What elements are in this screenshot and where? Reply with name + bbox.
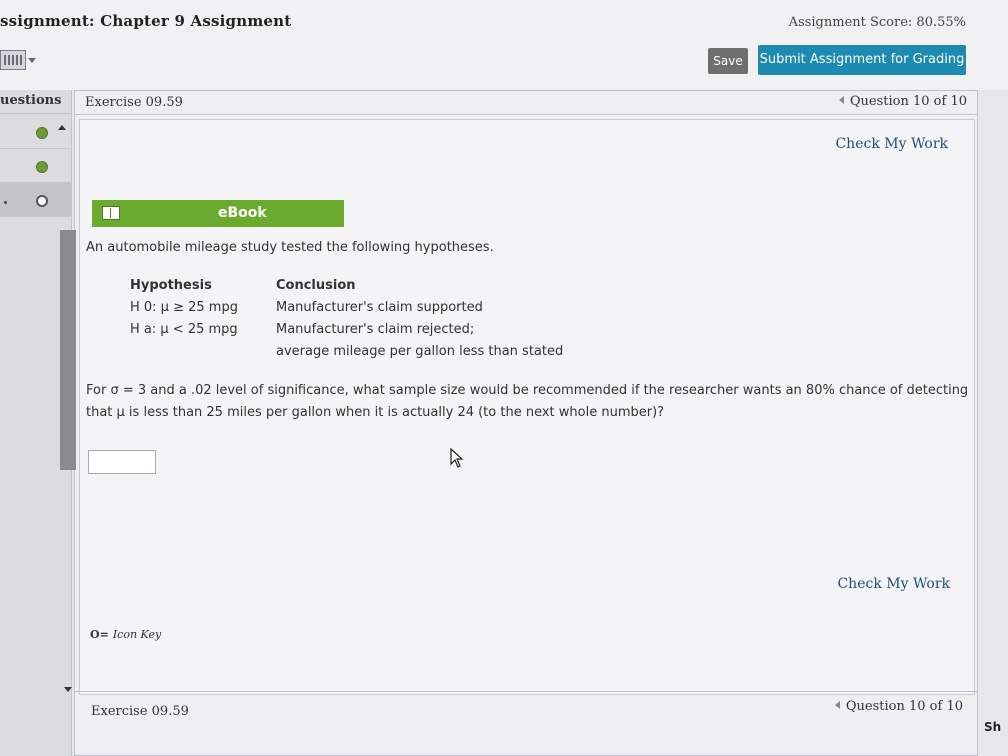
keyboard-icon bbox=[0, 50, 26, 70]
ebook-label: eBook bbox=[218, 205, 267, 221]
icon-key-link[interactable]: O= Icon Key bbox=[90, 628, 161, 641]
column-header-hypothesis: Hypothesis bbox=[130, 278, 212, 293]
assignment-score: Assignment Score: 80.55% bbox=[788, 15, 966, 30]
conclusion-cell: average mileage per gallon less than sta… bbox=[276, 344, 564, 359]
check-dot-icon bbox=[36, 127, 48, 139]
question-intro: An automobile mileage study tested the f… bbox=[86, 240, 494, 255]
open-circle-icon bbox=[36, 195, 48, 207]
mouse-cursor-icon bbox=[450, 448, 464, 468]
check-dot-icon bbox=[36, 161, 48, 173]
check-my-work-link-top[interactable]: Check My Work bbox=[835, 136, 948, 152]
ebook-button[interactable]: eBook bbox=[92, 200, 344, 227]
question-nav-label: Question 10 of 10 bbox=[849, 94, 967, 109]
exercise-panel: Exercise 09.59 Question 10 of 10 Check M… bbox=[60, 90, 978, 756]
sidebar-question-item[interactable] bbox=[0, 149, 72, 183]
hypothesis-cell: H a: μ < 25 mpg bbox=[130, 322, 238, 337]
cutoff-link[interactable]: Sh bbox=[984, 720, 1001, 734]
submit-assignment-button[interactable]: Submit Assignment for Grading bbox=[758, 45, 966, 75]
sidebar-question-item-current[interactable] bbox=[0, 183, 72, 217]
assignment-title: ssignment: Chapter 9 Assignment bbox=[0, 12, 292, 30]
table-row: H a: μ < 25 mpg Manufacturer's claim rej… bbox=[130, 322, 630, 342]
side-accent-bar bbox=[60, 230, 76, 470]
question-text: For σ = 3 and a .02 level of significanc… bbox=[86, 383, 969, 420]
table-row: H 0: μ ≥ 25 mpg Manufacturer's claim sup… bbox=[130, 300, 630, 320]
scroll-down-icon[interactable] bbox=[64, 687, 72, 692]
conclusion-cell: Manufacturer's claim rejected; bbox=[276, 322, 475, 337]
save-button[interactable]: Save bbox=[708, 48, 748, 74]
previous-arrow-icon[interactable] bbox=[834, 701, 840, 709]
current-marker-icon bbox=[4, 201, 7, 204]
previous-arrow-icon[interactable] bbox=[838, 96, 844, 104]
table-header-row: Hypothesis Conclusion bbox=[130, 278, 630, 298]
exercise-footer: Exercise 09.59 Question 10 of 10 bbox=[75, 691, 977, 756]
caret-down-icon bbox=[28, 58, 36, 63]
question-nav[interactable]: Question 10 of 10 bbox=[838, 94, 967, 109]
question-content: Check My Work eBook An automobile mileag… bbox=[60, 119, 975, 695]
conclusion-cell: Manufacturer's claim supported bbox=[276, 300, 483, 315]
exercise-title: Exercise 09.59 bbox=[85, 95, 183, 110]
column-header-conclusion: Conclusion bbox=[276, 278, 356, 293]
table-row: average mileage per gallon less than sta… bbox=[130, 344, 630, 364]
check-my-work-link-bottom[interactable]: Check My Work bbox=[837, 576, 950, 592]
question-nav-footer[interactable]: Question 10 of 10 bbox=[834, 699, 963, 714]
exercise-header: Exercise 09.59 Question 10 of 10 bbox=[75, 91, 977, 115]
exercise-title-footer: Exercise 09.59 bbox=[91, 704, 189, 719]
key-icon: O= bbox=[90, 628, 109, 641]
book-icon bbox=[102, 206, 120, 220]
questions-header: uestions bbox=[0, 90, 72, 114]
answer-input[interactable] bbox=[88, 450, 156, 474]
question-nav-footer-label: Question 10 of 10 bbox=[845, 699, 963, 714]
sidebar-question-item[interactable] bbox=[0, 115, 72, 149]
top-header: ssignment: Chapter 9 Assignment Assignme… bbox=[0, 0, 1008, 90]
icon-key-label: Icon Key bbox=[112, 628, 162, 641]
hypothesis-cell: H 0: μ ≥ 25 mpg bbox=[130, 300, 238, 315]
toolbar-menu-icon[interactable] bbox=[0, 48, 36, 72]
